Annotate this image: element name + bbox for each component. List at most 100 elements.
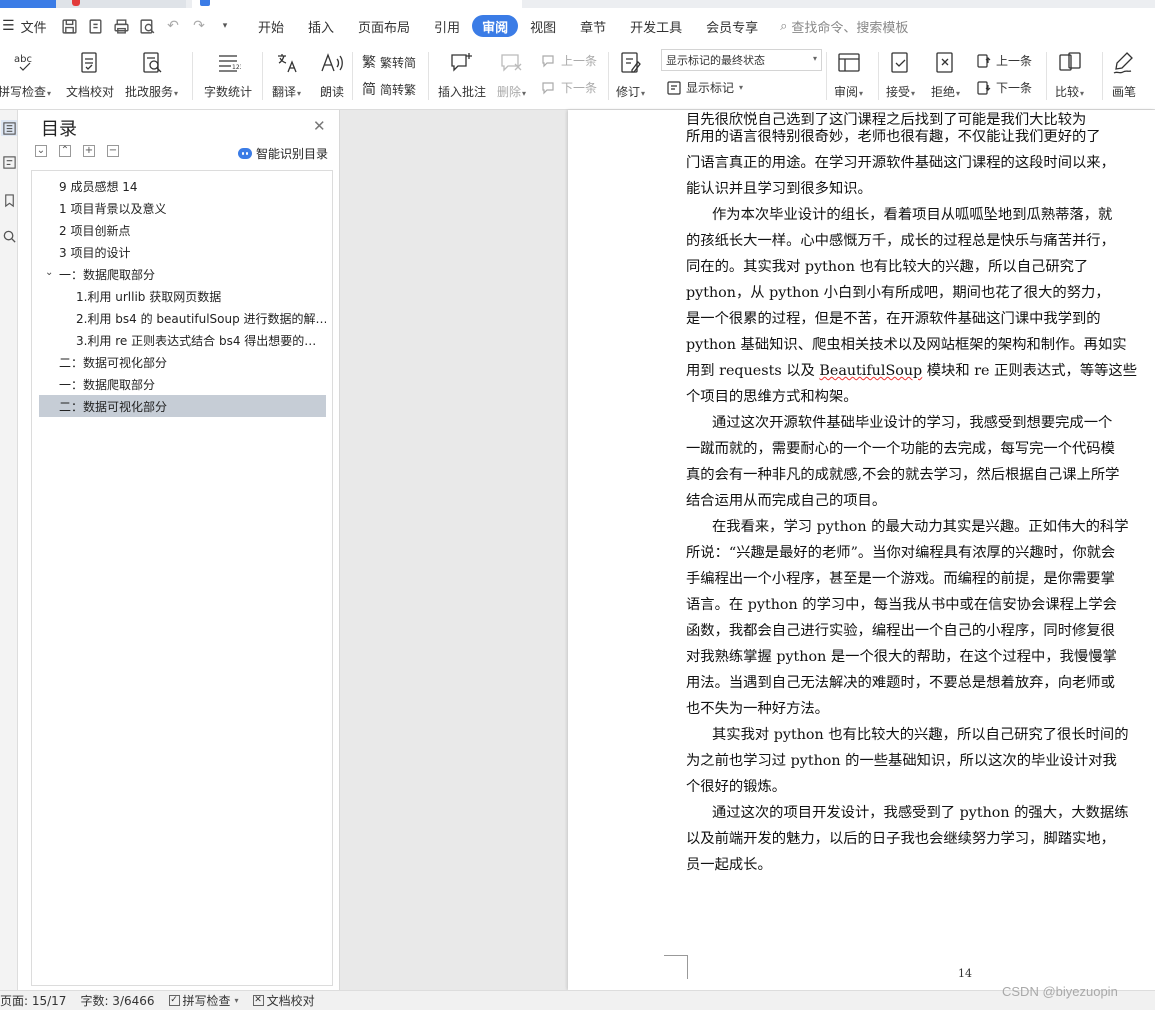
text-line-content: 用法。当遇到自己无法解决的难题时，不要总是想着放弃，向老师或: [686, 675, 1115, 691]
word-count-button[interactable]: 123 字数统计: [204, 48, 252, 100]
toc-item[interactable]: 二：数据可视化部分: [39, 351, 326, 373]
text-line: 结合运用从而完成自己的项目。: [686, 488, 1155, 514]
toc-item[interactable]: 1.利用 urllib 获取网页数据: [39, 285, 326, 307]
tab-references[interactable]: 引用: [422, 15, 472, 37]
word-count-indicator[interactable]: 字数: 3/6466: [80, 992, 154, 1009]
remove-heading-icon[interactable]: −: [107, 145, 119, 157]
toc-item[interactable]: 1 项目背景以及意义: [39, 197, 326, 219]
ink-button[interactable]: 画笔: [1110, 48, 1138, 100]
page-body-text[interactable]: 目先很欣悦自己选到了这门课程之后找到了可能是我们大比较为 所用的语言很特别很奇妙，…: [686, 112, 1155, 878]
toc-pane-icon[interactable]: [1, 120, 17, 136]
prev-change-button[interactable]: 上一条: [976, 52, 1032, 69]
close-icon[interactable]: ✕: [313, 117, 326, 135]
tab-member[interactable]: 会员专享: [694, 15, 770, 37]
read-aloud-button[interactable]: 朗读: [318, 48, 346, 100]
text-line: 用法。当遇到自己无法解决的难题时，不要总是想着放弃，向老师或: [686, 670, 1155, 696]
next-comment-label: 下一条: [561, 81, 598, 95]
compare-button[interactable]: 比较▾: [1055, 48, 1084, 100]
status-proofread[interactable]: ✕ 文档校对: [252, 992, 315, 1009]
text-line: 作为本次毕业设计的组长，看着项目从呱呱坠地到瓜熟蒂落，就: [686, 202, 1155, 228]
print-icon[interactable]: [112, 17, 130, 35]
prev-change-label: 上一条: [996, 54, 1033, 68]
expand-chevron-icon[interactable]: ⌄: [45, 267, 53, 278]
text-line: 所说：“兴趣是最好的老师”。当你对编程具有浓厚的兴趣时，你就会: [686, 540, 1155, 566]
find-icon[interactable]: [1, 228, 17, 244]
prev-comment-button[interactable]: 上一条: [541, 52, 597, 69]
command-search[interactable]: ⌕ 查找命令、搜索模板: [780, 17, 908, 36]
toc-item[interactable]: 3.利用 re 正则表达式结合 bs4 得出想要的…: [39, 329, 326, 351]
spell-check-button[interactable]: abc 拼写检查▾: [0, 48, 51, 100]
review-pane-icon: [835, 48, 863, 78]
file-menu-button[interactable]: ☰ 文件: [0, 17, 52, 36]
export-pdf-icon[interactable]: [86, 17, 104, 35]
text-line-content: 个项目的思维方式和构架。: [686, 389, 858, 405]
toc-item[interactable]: 3 项目的设计: [39, 241, 326, 263]
markup-state-select[interactable]: 显示标记的最终状态 ▾: [661, 49, 822, 71]
add-heading-icon[interactable]: +: [83, 145, 95, 157]
chapter-pane-icon[interactable]: [1, 154, 17, 170]
next-comment-button[interactable]: 下一条: [541, 79, 597, 96]
text-line: 是一个很累的过程，但是不苦，在开源软件基础这门课中我学到的: [686, 306, 1155, 332]
review-pane-label: 审阅: [834, 85, 859, 99]
toc-item[interactable]: ⌄ 一：数据爬取部分: [39, 263, 326, 285]
tab-start[interactable]: 开始: [246, 15, 296, 37]
text-line-content: 目先很欣悦自己选到了这门课程之后找到了可能是我们大比较为: [686, 112, 1087, 128]
document-page: 目先很欣悦自己选到了这门课程之后找到了可能是我们大比较为 所用的语言很特别很奇妙，…: [568, 110, 1155, 990]
tab-pdf-document[interactable]: [56, 0, 186, 8]
next-change-icon: [977, 80, 991, 95]
text-line-content: 作为本次毕业设计的组长，看着项目从呱呱坠地到瓜熟蒂落，就: [712, 207, 1113, 223]
status-spell-check[interactable]: ✓ 拼写检查 ▾: [168, 992, 239, 1009]
delete-comment-button[interactable]: 删除▾: [497, 48, 526, 100]
next-change-button[interactable]: 下一条: [976, 79, 1032, 96]
text-line: 通过这次的项目开发设计，我感受到了 python 的强大，大数据练: [686, 800, 1155, 826]
text-line: 其实我对 python 也有比较大的兴趣，所以自己研究了很长时间的: [686, 722, 1155, 748]
simp-to-trad-button[interactable]: 简 简转繁: [362, 79, 416, 99]
tab-page-layout[interactable]: 页面布局: [346, 15, 422, 37]
toc-item[interactable]: 二：数据可视化部分: [39, 395, 326, 417]
undo-icon[interactable]: ↶: [164, 17, 182, 35]
accept-button[interactable]: 接受▾: [886, 48, 915, 100]
expand-up-icon[interactable]: ⌃: [59, 145, 71, 157]
toc-item-label: 二：数据可视化部分: [59, 355, 168, 370]
trad-convert-icon: 繁: [362, 55, 376, 71]
tab-insert[interactable]: 插入: [296, 15, 346, 37]
page-indicator[interactable]: 页面: 15/17: [0, 992, 66, 1009]
show-markup-button[interactable]: 显示标记 ▾: [666, 79, 743, 96]
bookmark-icon[interactable]: [1, 192, 17, 208]
hamburger-icon: ☰: [2, 18, 15, 34]
doc-proofread-button[interactable]: 文档校对: [66, 48, 114, 100]
tab-view[interactable]: 视图: [518, 15, 568, 37]
tab-review[interactable]: 审阅: [472, 15, 519, 37]
collapse-all-icon[interactable]: ⌄: [35, 145, 47, 157]
quick-access-more-icon[interactable]: ▾: [216, 17, 234, 35]
revision-service-button[interactable]: 批改服务▾: [125, 48, 178, 100]
tab-current-document[interactable]: [192, 0, 522, 8]
toc-item[interactable]: 2.利用 bs4 的 beautifulSoup 进行数据的解…: [39, 307, 326, 329]
print-preview-icon[interactable]: [138, 17, 156, 35]
reject-button[interactable]: 拒绝▾: [931, 48, 960, 100]
search-icon: ⌕: [780, 18, 788, 34]
text-line-content: 对我熟练掌握 python 是一个很大的帮助，在这个过程中，我慢慢掌: [686, 649, 1117, 665]
tab-section[interactable]: 章节: [568, 15, 618, 37]
smart-toc-button[interactable]: 智能识别目录: [238, 145, 328, 162]
trad-to-simp-button[interactable]: 繁 繁转简: [362, 52, 416, 72]
toc-item[interactable]: 一：数据爬取部分: [39, 373, 326, 395]
toc-item[interactable]: 9 成员感想 14: [39, 175, 326, 197]
insert-comment-button[interactable]: 插入批注: [438, 48, 486, 100]
translate-button[interactable]: 翻译▾: [272, 48, 301, 100]
toc-list: 9 成员感想 14 1 项目背景以及意义 2 项目创新点 3 项目的设计 ⌄ 一：数据爬取…: [31, 170, 333, 986]
text-line-content: 也不失为一种好方法。: [686, 701, 829, 717]
save-icon[interactable]: [60, 17, 78, 35]
toc-item[interactable]: 2 项目创新点: [39, 219, 326, 241]
menu-bar: ☰ 文件 ↶ ↷ ▾ 开始 插入 页面布局 引用 审阅 视图 章节 开发工具 会…: [0, 8, 1155, 44]
tab-home[interactable]: [0, 0, 56, 8]
text-line-content: 所用的语言很特别很奇妙，老师也很有趣，不仅能让我们更好的了: [686, 129, 1101, 145]
accept-icon: [887, 48, 915, 78]
tab-developer[interactable]: 开发工具: [618, 15, 694, 37]
track-changes-button[interactable]: 修订▾: [616, 48, 645, 100]
ribbon-separator: [878, 52, 879, 100]
redo-icon[interactable]: ↷: [190, 17, 208, 35]
review-pane-button[interactable]: 审阅▾: [834, 48, 863, 100]
text-line-content: 语言。在 python 的学习中，每当我从书中或在信安协会课程上学会: [686, 597, 1117, 613]
text-line: 语言。在 python 的学习中，每当我从书中或在信安协会课程上学会: [686, 592, 1155, 618]
